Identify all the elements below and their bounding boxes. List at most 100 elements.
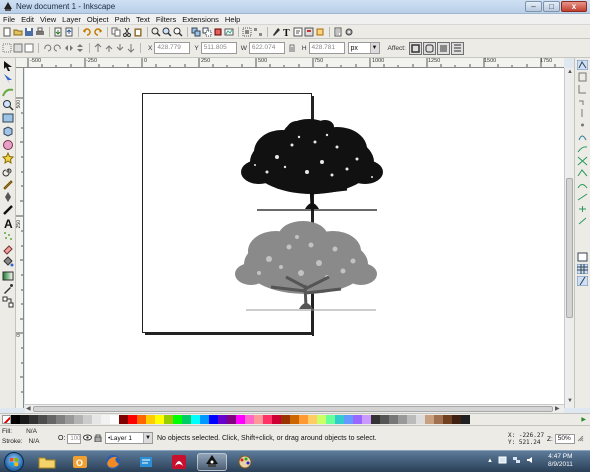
clone-icon[interactable]	[202, 27, 212, 37]
color-swatch[interactable]	[218, 415, 227, 424]
snap-guides-icon[interactable]	[576, 275, 589, 287]
import-icon[interactable]	[53, 27, 63, 37]
tweak-tool-icon[interactable]	[1, 86, 14, 98]
color-swatch[interactable]	[254, 415, 263, 424]
minimize-button[interactable]: –	[525, 1, 542, 12]
snap-bbox-midpoint-icon[interactable]	[577, 108, 588, 118]
pencil-tool-icon[interactable]	[2, 178, 14, 190]
horizontal-scroll-thumb[interactable]	[33, 406, 553, 412]
taskbar-explorer-icon[interactable]	[32, 453, 62, 471]
color-swatch[interactable]	[317, 415, 326, 424]
snap-bbox-icon[interactable]	[577, 72, 588, 82]
color-swatch[interactable]	[146, 415, 155, 424]
scale-corners-button[interactable]	[422, 41, 436, 55]
rectangle-tool-icon[interactable]	[2, 112, 14, 124]
maximize-button[interactable]: □	[543, 1, 560, 12]
duplicate-icon[interactable]	[191, 27, 201, 37]
start-button[interactable]	[4, 452, 24, 472]
color-swatch[interactable]	[155, 415, 164, 424]
scroll-up-icon[interactable]: ▲	[567, 69, 573, 75]
color-swatch[interactable]	[11, 415, 20, 424]
flip-horizontal-icon[interactable]	[64, 43, 74, 53]
color-swatch[interactable]	[83, 415, 92, 424]
no-color-swatch[interactable]	[2, 415, 11, 424]
ellipse-tool-icon[interactable]	[2, 139, 14, 151]
color-swatch[interactable]	[110, 415, 119, 424]
color-swatch[interactable]	[191, 415, 200, 424]
color-swatch[interactable]	[20, 415, 29, 424]
ungroup-icon[interactable]	[253, 27, 263, 37]
color-swatch[interactable]	[335, 415, 344, 424]
color-swatch[interactable]	[65, 415, 74, 424]
color-swatch[interactable]	[416, 415, 425, 424]
text-font-icon[interactable]: T	[282, 27, 292, 39]
document-properties-icon[interactable]	[333, 27, 343, 37]
select-all-layers-icon[interactable]	[13, 43, 23, 53]
color-swatch[interactable]	[227, 415, 236, 424]
gray-tree-illustration[interactable]	[231, 219, 381, 319]
spray-tool-icon[interactable]	[2, 230, 14, 242]
menu-object[interactable]: Object	[87, 15, 109, 24]
color-swatch[interactable]	[434, 415, 443, 424]
y-field[interactable]: 511.805	[200, 42, 237, 54]
selector-tool-icon[interactable]	[2, 60, 14, 72]
menu-extensions[interactable]: Extensions	[182, 15, 219, 24]
zoom-page-icon[interactable]	[173, 27, 183, 37]
pen-tool-icon[interactable]	[2, 191, 14, 203]
snap-rotation-centers-icon[interactable]	[577, 216, 588, 226]
flip-vertical-icon[interactable]	[75, 43, 85, 53]
undo-icon[interactable]	[82, 27, 92, 37]
color-swatch[interactable]	[452, 415, 461, 424]
menu-view[interactable]: View	[40, 15, 56, 24]
taskbar-outlook-icon[interactable]: O	[65, 453, 95, 471]
volume-icon[interactable]	[526, 456, 535, 466]
x-field[interactable]: 428.779	[154, 42, 191, 54]
snap-object-centers-icon[interactable]	[577, 204, 588, 214]
color-swatch[interactable]	[182, 415, 191, 424]
color-swatch[interactable]	[344, 415, 353, 424]
lower-to-bottom-icon[interactable]	[126, 43, 136, 53]
color-swatch[interactable]	[389, 415, 398, 424]
dropper-tool-icon[interactable]	[2, 283, 14, 295]
snap-bbox-corner-icon[interactable]	[577, 96, 588, 106]
menu-edit[interactable]: Edit	[21, 15, 34, 24]
taskbar-inkscape-icon[interactable]	[197, 453, 227, 471]
zoom-drawing-icon[interactable]	[162, 27, 172, 37]
zoom-selection-icon[interactable]	[151, 27, 161, 37]
vertical-scroll-thumb[interactable]	[566, 178, 573, 318]
snap-smooth-nodes-icon[interactable]	[577, 180, 588, 190]
network-icon[interactable]	[512, 456, 521, 466]
color-swatch[interactable]	[128, 415, 137, 424]
rotate-cw-icon[interactable]	[53, 43, 63, 53]
unlink-clone-icon[interactable]	[213, 27, 223, 37]
color-swatch[interactable]	[371, 415, 380, 424]
current-layer-select[interactable]: •Layer 1 ▼	[105, 432, 153, 444]
color-swatch[interactable]	[362, 415, 371, 424]
deselect-icon[interactable]	[24, 43, 34, 53]
snap-paths-icon[interactable]	[577, 144, 588, 154]
color-swatch[interactable]	[119, 415, 128, 424]
scroll-right-icon[interactable]: ▶	[555, 405, 560, 412]
redo-icon[interactable]	[93, 27, 103, 37]
new-document-icon[interactable]	[2, 27, 12, 37]
color-swatch[interactable]	[173, 415, 182, 424]
align-distribute-icon[interactable]	[304, 27, 314, 37]
show-hidden-icons-icon[interactable]: ▲	[487, 458, 493, 464]
color-swatch[interactable]	[272, 415, 281, 424]
taskbar-paint-icon[interactable]	[230, 453, 260, 471]
opacity-field[interactable]: 100	[67, 433, 82, 444]
menu-help[interactable]: Help	[225, 15, 240, 24]
menu-filters[interactable]: Filters	[156, 15, 176, 24]
snap-intersections-icon[interactable]	[577, 156, 588, 166]
open-folder-icon[interactable]	[13, 27, 23, 37]
color-swatch[interactable]	[164, 415, 173, 424]
snap-cusp-nodes-icon[interactable]	[577, 168, 588, 178]
transform-icon[interactable]	[315, 27, 325, 37]
save-icon[interactable]	[24, 27, 34, 37]
group-icon[interactable]	[242, 27, 252, 37]
color-swatch[interactable]	[407, 415, 416, 424]
layer-lock-icon[interactable]	[94, 433, 102, 444]
color-swatch[interactable]	[281, 415, 290, 424]
taskbar-clock[interactable]: 4:47 PM 8/9/2011	[548, 453, 573, 469]
action-center-icon[interactable]	[498, 456, 507, 466]
